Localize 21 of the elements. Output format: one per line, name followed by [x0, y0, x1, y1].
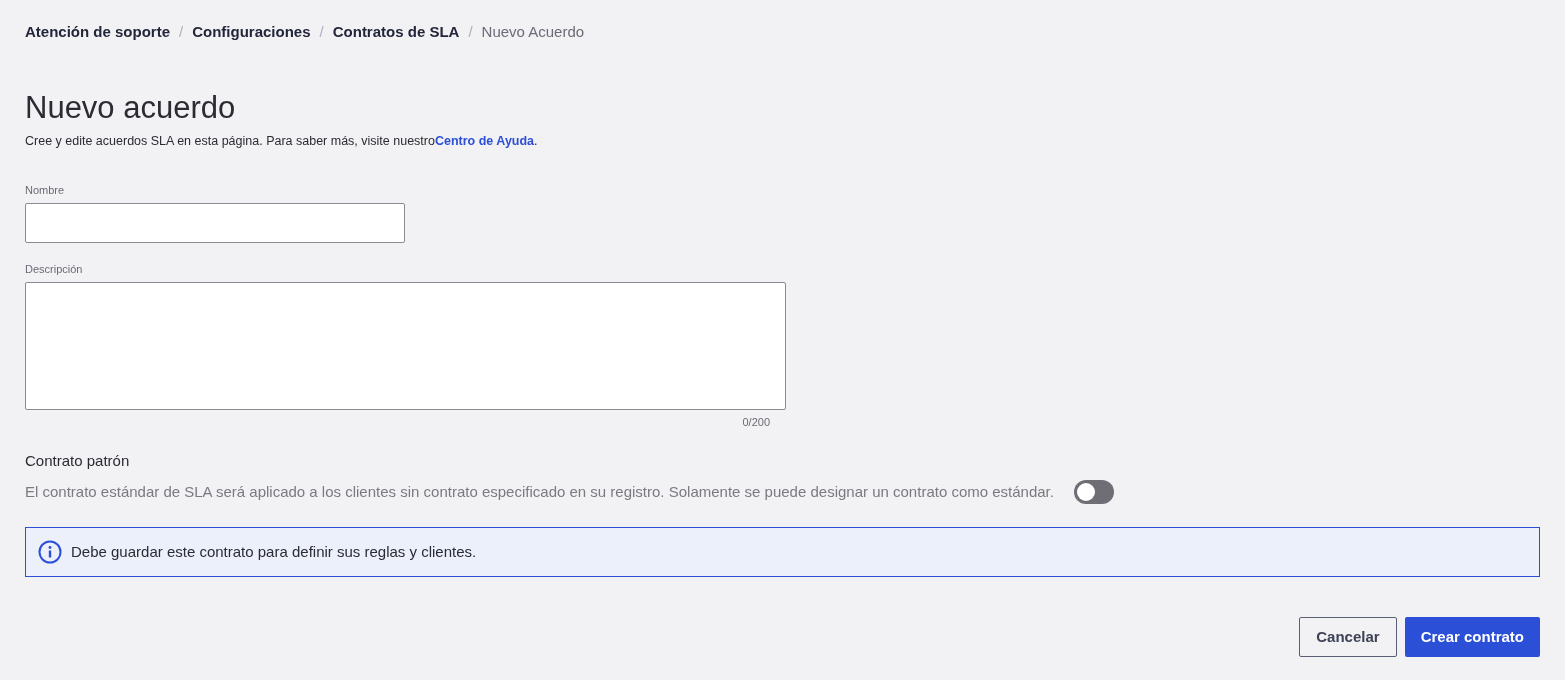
info-text: Debe guardar este contrato para definir sus reglas y clientes. [71, 541, 477, 562]
breadcrumb-link[interactable]: Configuraciones [192, 20, 311, 44]
field-label: Descripción [25, 262, 84, 276]
info-icon [38, 540, 62, 564]
breadcrumb-separator: / [468, 21, 473, 42]
name-input[interactable] [25, 203, 405, 243]
create-button[interactable]: Crear contrato [1404, 617, 1540, 657]
intro-text: Cree y edite acuerdos SLA en esta página. Para saber más, visite nuestroCentro de Ayuda. [25, 133, 539, 150]
toggle-switch[interactable] [1073, 480, 1114, 504]
description-input[interactable] [25, 282, 786, 410]
breadcrumb-link[interactable]: Atención de soporte [25, 20, 170, 44]
section-heading: Contrato patrón [25, 451, 131, 471]
page-title: Nuevo acuerdo [25, 89, 237, 127]
character-counter: 0/200 [742, 415, 770, 429]
cancel-button[interactable]: Cancelar [1299, 617, 1397, 657]
breadcrumb-link[interactable]: Contratos de SLA [332, 20, 460, 44]
section-description: El contrato estándar de SLA será aplicado a los clientes sin contrato especificado en su registro. Solamente se puede designar un contrato como estándar. [25, 482, 1054, 502]
breadcrumb-current: Nuevo Acuerdo [481, 21, 585, 42]
field-label: Nombre [25, 183, 66, 197]
breadcrumb-separator: / [319, 21, 324, 42]
breadcrumb-separator: / [179, 21, 184, 42]
